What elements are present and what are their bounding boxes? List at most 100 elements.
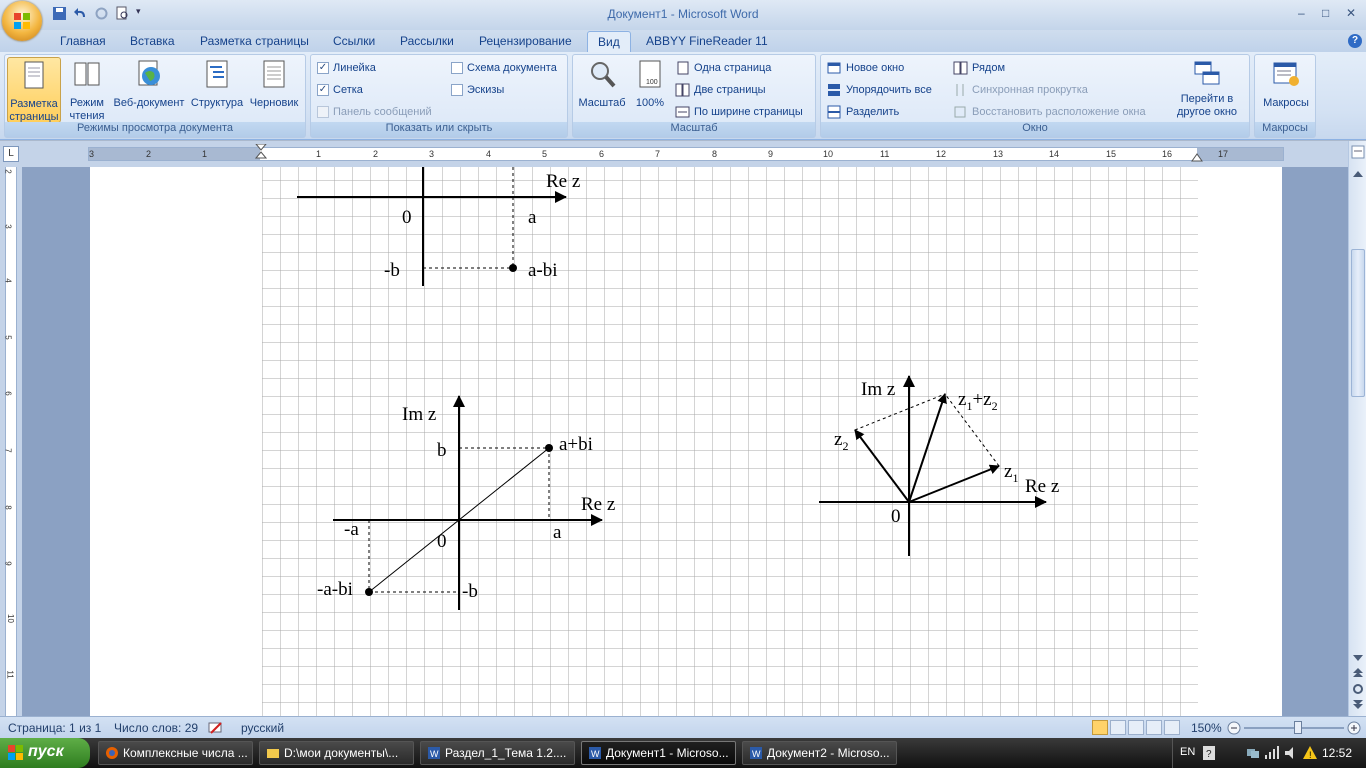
tab-home[interactable]: Главная xyxy=(60,34,106,48)
taskbar-item-firefox[interactable]: Комплексные числа ... xyxy=(98,741,253,765)
vector-sum xyxy=(908,393,947,503)
outline-button[interactable]: Структура xyxy=(189,57,245,123)
tab-abbyy[interactable]: ABBYY FineReader 11 xyxy=(646,34,768,48)
help-tray-icon[interactable]: ? xyxy=(1202,745,1216,761)
side-by-side-icon xyxy=(953,61,968,75)
zoom-100-button[interactable]: 100 100% xyxy=(631,57,669,123)
office-button[interactable] xyxy=(2,1,42,41)
volume-icon[interactable] xyxy=(1284,746,1298,760)
message-bar-checkbox: Панель сообщений xyxy=(317,103,432,121)
tab-stop-selector[interactable]: L xyxy=(3,146,19,162)
one-page-button[interactable]: Одна страница xyxy=(675,59,771,77)
next-page-icon[interactable] xyxy=(1352,699,1364,711)
tab-review[interactable]: Рецензирование xyxy=(479,34,572,48)
clock[interactable]: 12:52 xyxy=(1322,746,1352,760)
diagram-3 xyxy=(819,375,1047,556)
ruler-checkbox[interactable]: ✓ Линейка xyxy=(317,59,376,77)
indent-marker-icon[interactable] xyxy=(255,144,267,164)
ruler-number: 5 xyxy=(3,335,13,340)
ruler-number: 2 xyxy=(373,149,379,159)
arrange-all-button[interactable]: Упорядочить все xyxy=(827,81,932,99)
ruler-number: 16 xyxy=(1162,149,1173,159)
language-indicator[interactable]: русский xyxy=(241,721,284,735)
reading-mode-button[interactable]: Режим чтения xyxy=(65,57,109,123)
new-window-button[interactable]: Новое окно xyxy=(827,59,904,77)
z1-label: z1 xyxy=(1004,461,1019,485)
spelling-check-icon[interactable] xyxy=(207,720,225,736)
outline-view-icon[interactable] xyxy=(1146,720,1162,735)
right-indent-marker-icon[interactable] xyxy=(1191,152,1203,162)
split-icon xyxy=(827,105,841,119)
network-icon[interactable] xyxy=(1246,747,1260,759)
check-icon: ✓ xyxy=(317,84,329,96)
taskbar-item-word-doc[interactable]: W Раздел_1_Тема 1.2.... xyxy=(420,741,575,765)
page-width-button[interactable]: По ширине страницы xyxy=(675,103,803,121)
horizontal-ruler[interactable]: L 3 2 1 1 2 3 4 5 6 7 8 9 10 11 12 13 14… xyxy=(0,141,1366,167)
gridlines-checkbox[interactable]: ✓ Сетка xyxy=(317,81,363,99)
vertical-ruler[interactable]: 3 2 4 5 6 7 8 9 10 11 xyxy=(0,167,22,716)
split-button[interactable]: Разделить xyxy=(827,103,899,121)
ruler-number: 13 xyxy=(993,149,1004,159)
page-count[interactable]: Страница: 1 из 1 xyxy=(8,721,101,735)
ruler-number: 2 xyxy=(3,169,13,174)
ruler-number: 8 xyxy=(3,505,13,510)
two-pages-button[interactable]: Две страницы xyxy=(675,81,766,99)
language-bar[interactable]: EN xyxy=(1180,746,1195,758)
close-button[interactable]: ✕ xyxy=(1346,6,1356,20)
previous-page-icon[interactable] xyxy=(1352,667,1364,679)
taskbar-item-folder[interactable]: D:\мои документы\... xyxy=(259,741,414,765)
tab-insert[interactable]: Вставка xyxy=(130,34,175,48)
zoom-button[interactable]: Масштаб xyxy=(575,57,629,123)
zoom-level[interactable]: 150% xyxy=(1191,721,1222,735)
tab-page-layout[interactable]: Разметка страницы xyxy=(200,34,309,48)
page-icon xyxy=(24,61,44,89)
zoom-out-icon[interactable] xyxy=(1226,720,1242,736)
scroll-up-icon[interactable] xyxy=(1352,169,1364,179)
taskbar-item-document1[interactable]: W Документ1 - Microso... xyxy=(581,741,736,765)
warning-icon[interactable]: ! xyxy=(1302,745,1318,760)
document-map-checkbox[interactable]: Схема документа xyxy=(451,59,557,77)
help-icon[interactable]: ? xyxy=(1348,34,1362,48)
switch-windows-button[interactable]: Перейти в другое окно xyxy=(1165,57,1249,123)
word-count[interactable]: Число слов: 29 xyxy=(114,721,198,735)
web-view-icon[interactable] xyxy=(1128,720,1144,735)
scroll-down-icon[interactable] xyxy=(1352,653,1364,663)
tab-references[interactable]: Ссылки xyxy=(333,34,375,48)
tab-view[interactable]: Вид xyxy=(587,31,631,53)
group-label: Макросы xyxy=(1255,122,1315,137)
start-button[interactable]: пуск xyxy=(0,738,90,768)
zoom-in-icon[interactable] xyxy=(1346,720,1362,736)
print-layout-view-icon[interactable] xyxy=(1092,720,1108,735)
reading-view-icon[interactable] xyxy=(1110,720,1126,735)
sync-scroll-icon xyxy=(956,84,964,96)
draft-icon xyxy=(263,60,285,88)
ruler-toggle-icon[interactable] xyxy=(1351,145,1365,159)
taskbar-item-document2[interactable]: W Документ2 - Microso... xyxy=(742,741,897,765)
check-icon: ✓ xyxy=(317,62,329,74)
scrollbar-thumb[interactable] xyxy=(1351,249,1365,397)
group-macros: Макросы Макросы xyxy=(1254,54,1316,138)
ruler-number: 5 xyxy=(542,149,548,159)
tab-mailings[interactable]: Рассылки xyxy=(400,34,454,48)
svg-text:W: W xyxy=(752,749,761,759)
macros-button[interactable]: Макросы xyxy=(1257,57,1315,123)
reset-position-icon xyxy=(954,106,966,118)
minimize-button[interactable]: – xyxy=(1298,6,1305,20)
document-page[interactable]: Re z 0 a -b a-bi Im z b a+bi Re z -a 0 a… xyxy=(90,167,1282,716)
thumbnails-checkbox[interactable]: Эскизы xyxy=(451,81,504,99)
document-area[interactable]: Re z 0 a -b a-bi Im z b a+bi Re z -a 0 a… xyxy=(22,167,1348,716)
select-browse-object-icon[interactable] xyxy=(1352,683,1364,695)
ruler-number: 2 xyxy=(146,149,152,159)
draft-button[interactable]: Черновик xyxy=(245,57,303,123)
print-layout-button[interactable]: Разметка страницы xyxy=(7,57,61,123)
z2-label: z2 xyxy=(834,429,849,453)
side-by-side-button[interactable]: Рядом xyxy=(953,59,1005,77)
maximize-button[interactable]: □ xyxy=(1322,6,1329,20)
ribbon-tabs: Главная Вставка Разметка страницы Ссылки… xyxy=(0,30,1366,53)
zoom-slider-thumb[interactable] xyxy=(1294,721,1302,734)
vertical-scrollbar[interactable] xyxy=(1348,141,1366,716)
draft-view-icon[interactable] xyxy=(1164,720,1180,735)
signal-icon[interactable] xyxy=(1264,746,1280,760)
web-layout-button[interactable]: Веб-документ xyxy=(109,57,189,123)
ruler-number: 3 xyxy=(89,149,95,159)
